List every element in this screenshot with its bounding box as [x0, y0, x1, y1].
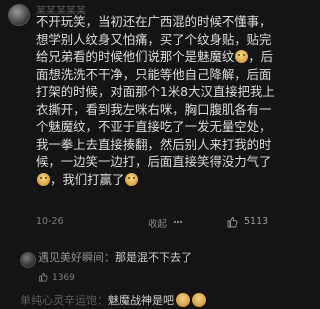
reply-text: 那是混不下去了 [115, 251, 192, 264]
reply-item: 单纯心灵辛运饱：魅魔战神是吧 [20, 292, 284, 308]
shocked-face-emoji-icon [192, 293, 206, 307]
comment-text-continued: ，后面想洗洗不干净，只能等他自己降解，后面打架的时候，对面那个1米8大汉直接把我… [36, 49, 275, 169]
comment-body: 不开玩笑，当初还在广西混的时候不懂事，想学别人纹身又怕痛，买了个纹身贴，贴完给兄… [36, 13, 282, 188]
comment-meta-row: 10-26 收起 5113 [36, 214, 282, 230]
laughing-face-emoji-icon [37, 172, 50, 186]
reply-username[interactable]: 单纯心灵辛运饱： [20, 294, 108, 307]
comment-thread: 某某某某某 不开玩笑，当初还在广西混的时候不懂事，想学别人纹身又怕痛，买了个纹身… [0, 0, 287, 309]
collapse-replies-button[interactable]: 收起 [148, 216, 167, 230]
laughing-face-emoji-icon [235, 50, 249, 63]
comment-date: 10-26 [36, 216, 64, 227]
like-icon[interactable] [226, 216, 238, 228]
reply-like-count: 1369 [52, 273, 75, 283]
reply-like-row: 1369 [38, 272, 75, 284]
laughing-face-emoji-icon [125, 172, 139, 186]
user-avatar[interactable] [8, 4, 30, 26]
reply-avatar[interactable] [20, 252, 36, 268]
comment-text-end: ，我们打赢了 [50, 171, 125, 187]
more-options-icon[interactable] [170, 214, 186, 230]
reply-text: 魅魔战神是吧 [108, 294, 174, 307]
reply-username[interactable]: 遇见美好瞬间： [38, 251, 115, 264]
reply-like-icon[interactable] [38, 272, 48, 282]
like-count: 5113 [244, 216, 269, 227]
shocked-face-emoji-icon [176, 293, 190, 307]
reply-item: 遇见美好瞬间：那是混不下去了 [38, 249, 278, 265]
